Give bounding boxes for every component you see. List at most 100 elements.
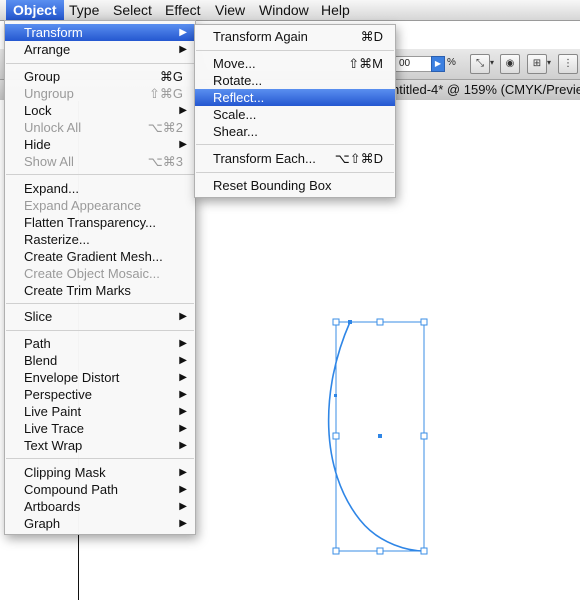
- submenu-arrow-icon: ▶: [179, 338, 187, 349]
- menu-item-blend[interactable]: Blend ▶: [5, 352, 195, 369]
- menu-item-flatten-transparency[interactable]: Flatten Transparency...: [5, 214, 195, 231]
- menu-item-shortcut: ⌥⌘2: [147, 120, 183, 135]
- percent-label: %: [447, 57, 456, 68]
- menu-item-label: Graph: [24, 516, 61, 531]
- menu-item-label: Slice: [24, 309, 53, 324]
- menu-item-create-object-mosaic: Create Object Mosaic...: [5, 265, 195, 282]
- menu-item-slice[interactable]: Slice ▶: [5, 308, 195, 325]
- submenu-arrow-icon: ▶: [179, 518, 187, 529]
- menu-item-label: Clipping Mask: [24, 465, 106, 480]
- menu-item-path[interactable]: Path ▶: [5, 335, 195, 352]
- transform-tool-icon[interactable]: ⤡: [470, 54, 490, 74]
- menu-item-reset-bounding-box[interactable]: Reset Bounding Box: [195, 177, 395, 194]
- menu-type[interactable]: Type: [62, 0, 106, 20]
- menu-item-show-all: Show All ⌥⌘3: [5, 153, 195, 170]
- options-icon[interactable]: ⋮: [558, 54, 578, 74]
- submenu-arrow-icon: ▶: [179, 139, 187, 150]
- submenu-arrow-icon: ▶: [179, 467, 187, 478]
- menu-item-shortcut: ⇧⌘M: [348, 56, 383, 71]
- align-icon[interactable]: ⊞: [527, 54, 547, 74]
- menu-item-ungroup: Ungroup ⇧⌘G: [5, 85, 195, 102]
- menu-item-label: Path: [24, 336, 51, 351]
- menu-item-label: Hide: [24, 137, 51, 152]
- menu-separator: [196, 50, 394, 51]
- menu-item-rotate[interactable]: Rotate...: [195, 72, 395, 89]
- menu-item-transform-again[interactable]: Transform Again ⌘D: [195, 28, 395, 45]
- menu-item-expand-appearance: Expand Appearance: [5, 197, 195, 214]
- menu-item-label: Ungroup: [24, 86, 74, 101]
- chevron-down-icon[interactable]: ▾: [547, 54, 555, 72]
- menu-item-create-gradient-mesh[interactable]: Create Gradient Mesh...: [5, 248, 195, 265]
- submenu-arrow-icon: ▶: [179, 406, 187, 417]
- menu-view[interactable]: View: [208, 0, 252, 20]
- menu-item-label: Shear...: [213, 124, 258, 139]
- submenu-arrow-icon: ▶: [179, 27, 187, 38]
- menu-item-compound-path[interactable]: Compound Path ▶: [5, 481, 195, 498]
- menu-item-transform-each[interactable]: Transform Each... ⌥⇧⌘D: [195, 150, 395, 167]
- menu-item-label: Transform Again: [213, 29, 308, 44]
- menu-select[interactable]: Select: [106, 0, 159, 20]
- menu-item-shear[interactable]: Shear...: [195, 123, 395, 140]
- menu-item-scale[interactable]: Scale...: [195, 106, 395, 123]
- menu-separator: [6, 174, 194, 175]
- menu-item-move[interactable]: Move... ⇧⌘M: [195, 55, 395, 72]
- menu-item-live-paint[interactable]: Live Paint ▶: [5, 403, 195, 420]
- menu-item-label: Live Paint: [24, 404, 82, 419]
- menu-item-expand[interactable]: Expand...: [5, 180, 195, 197]
- menu-bar: Object Type Select Effect View Window He…: [0, 0, 580, 21]
- menu-item-reflect[interactable]: Reflect...: [195, 89, 395, 106]
- menu-effect[interactable]: Effect: [158, 0, 208, 20]
- globe-icon[interactable]: ◉: [500, 54, 520, 74]
- menu-item-label: Expand Appearance: [24, 198, 142, 213]
- menu-window[interactable]: Window: [252, 0, 316, 20]
- menu-item-label: Arrange: [24, 42, 71, 57]
- menu-item-live-trace[interactable]: Live Trace ▶: [5, 420, 195, 437]
- menu-item-label: Lock: [24, 103, 52, 118]
- menu-item-unlock-all: Unlock All ⌥⌘2: [5, 119, 195, 136]
- menu-item-perspective[interactable]: Perspective ▶: [5, 386, 195, 403]
- menu-item-label: Scale...: [213, 107, 257, 122]
- menu-item-arrange[interactable]: Arrange ▶: [5, 41, 195, 58]
- menu-item-hide[interactable]: Hide ▶: [5, 136, 195, 153]
- submenu-arrow-icon: ▶: [179, 484, 187, 495]
- document-title: ntitled-4* @ 159% (CMYK/Preview: [392, 82, 580, 97]
- menu-item-label: Rasterize...: [24, 232, 90, 247]
- menu-item-label: Move...: [213, 56, 256, 71]
- menu-separator: [6, 303, 194, 304]
- transform-submenu: Transform Again ⌘D Move... ⇧⌘M Rotate...…: [194, 24, 396, 198]
- object-menu: Transform ▶ Arrange ▶ Group ⌘G Ungroup ⇧…: [4, 20, 196, 535]
- menu-item-label: Flatten Transparency...: [24, 215, 156, 230]
- menu-item-label: Artboards: [24, 499, 81, 514]
- menu-item-rasterize[interactable]: Rasterize...: [5, 231, 195, 248]
- menu-item-artboards[interactable]: Artboards ▶: [5, 498, 195, 515]
- menu-item-label: Transform Each...: [213, 151, 316, 166]
- opacity-dropdown-arrow[interactable]: ▶: [431, 56, 445, 72]
- menu-separator: [6, 63, 194, 64]
- menu-item-create-trim-marks[interactable]: Create Trim Marks: [5, 282, 195, 299]
- menu-item-envelope-distort[interactable]: Envelope Distort ▶: [5, 369, 195, 386]
- menu-separator: [6, 458, 194, 459]
- submenu-arrow-icon: ▶: [179, 423, 187, 434]
- menu-item-label: Expand...: [24, 181, 79, 196]
- menu-item-label: Rotate...: [213, 73, 263, 88]
- menu-item-clipping-mask[interactable]: Clipping Mask ▶: [5, 464, 195, 481]
- submenu-arrow-icon: ▶: [179, 311, 187, 322]
- menu-item-label: Transform: [24, 25, 83, 40]
- opacity-field[interactable]: 00: [395, 56, 436, 72]
- menu-object[interactable]: Object: [6, 0, 64, 20]
- menu-item-group[interactable]: Group ⌘G: [5, 68, 195, 85]
- menu-item-transform[interactable]: Transform ▶: [5, 24, 195, 41]
- menu-help[interactable]: Help: [314, 0, 357, 20]
- menu-item-label: Perspective: [24, 387, 92, 402]
- menu-item-label: Blend: [24, 353, 58, 368]
- menu-item-shortcut: ⌥⇧⌘D: [334, 151, 383, 166]
- menu-item-label: Envelope Distort: [24, 370, 120, 385]
- menu-item-text-wrap[interactable]: Text Wrap ▶: [5, 437, 195, 454]
- menu-separator: [196, 172, 394, 173]
- submenu-arrow-icon: ▶: [179, 355, 187, 366]
- menu-item-shortcut: ⌘G: [159, 69, 183, 84]
- menu-item-lock[interactable]: Lock ▶: [5, 102, 195, 119]
- chevron-down-icon[interactable]: ▾: [490, 54, 498, 72]
- menu-item-graph[interactable]: Graph ▶: [5, 515, 195, 532]
- submenu-arrow-icon: ▶: [179, 105, 187, 116]
